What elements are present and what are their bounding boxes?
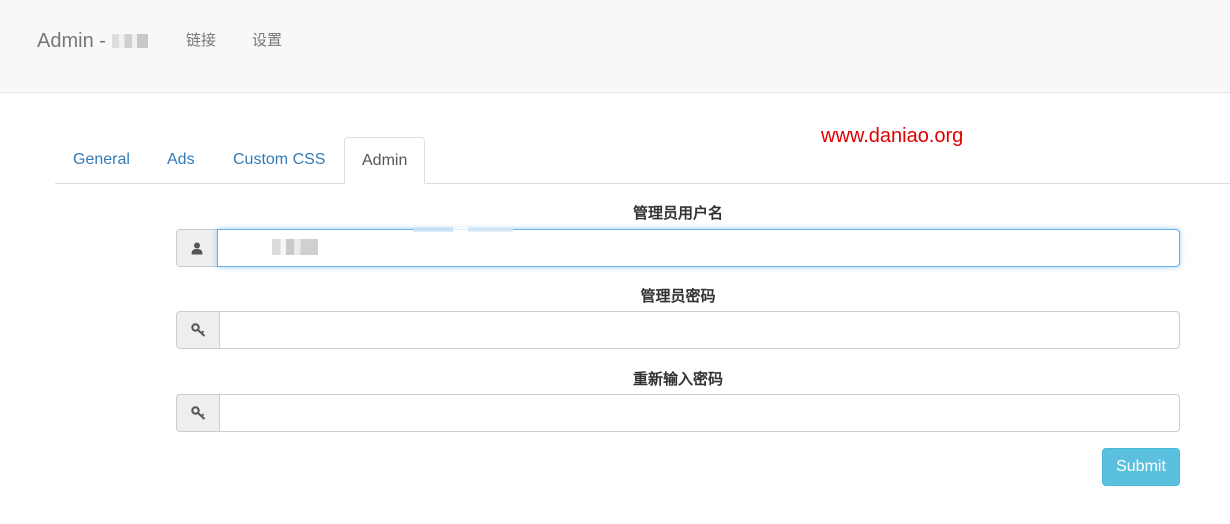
username-label: 管理员用户名 [632, 205, 723, 222]
confirm-password-label: 重新输入密码 [632, 371, 723, 388]
navbar: Admin - 链接 设置 [0, 0, 1230, 93]
username-input-group [176, 227, 1180, 267]
confirm-password-input[interactable] [219, 394, 1180, 432]
tab-custom-css[interactable]: Custom CSS [216, 137, 342, 183]
password-input[interactable] [219, 311, 1180, 349]
user-icon [176, 229, 217, 267]
nav-link-links[interactable]: 链接 [186, 31, 216, 51]
tab-general[interactable]: General [56, 137, 147, 183]
brand[interactable]: Admin - [37, 29, 148, 53]
tab-admin[interactable]: Admin [344, 137, 426, 184]
confirm-password-input-group [176, 394, 1180, 432]
tab-ads[interactable]: Ads [150, 137, 212, 183]
username-input[interactable] [217, 229, 1180, 267]
password-input-group [176, 311, 1180, 349]
brand-redacted-name [111, 34, 148, 48]
submit-button[interactable]: Submit [1102, 448, 1180, 486]
tab-bar: General Ads Custom CSS Admin [55, 137, 1230, 184]
nav-link-settings[interactable]: 设置 [252, 31, 282, 51]
key-icon [176, 394, 219, 432]
key-icon [176, 311, 219, 349]
brand-title: Admin - [37, 30, 106, 52]
password-label: 管理员密码 [640, 288, 716, 305]
